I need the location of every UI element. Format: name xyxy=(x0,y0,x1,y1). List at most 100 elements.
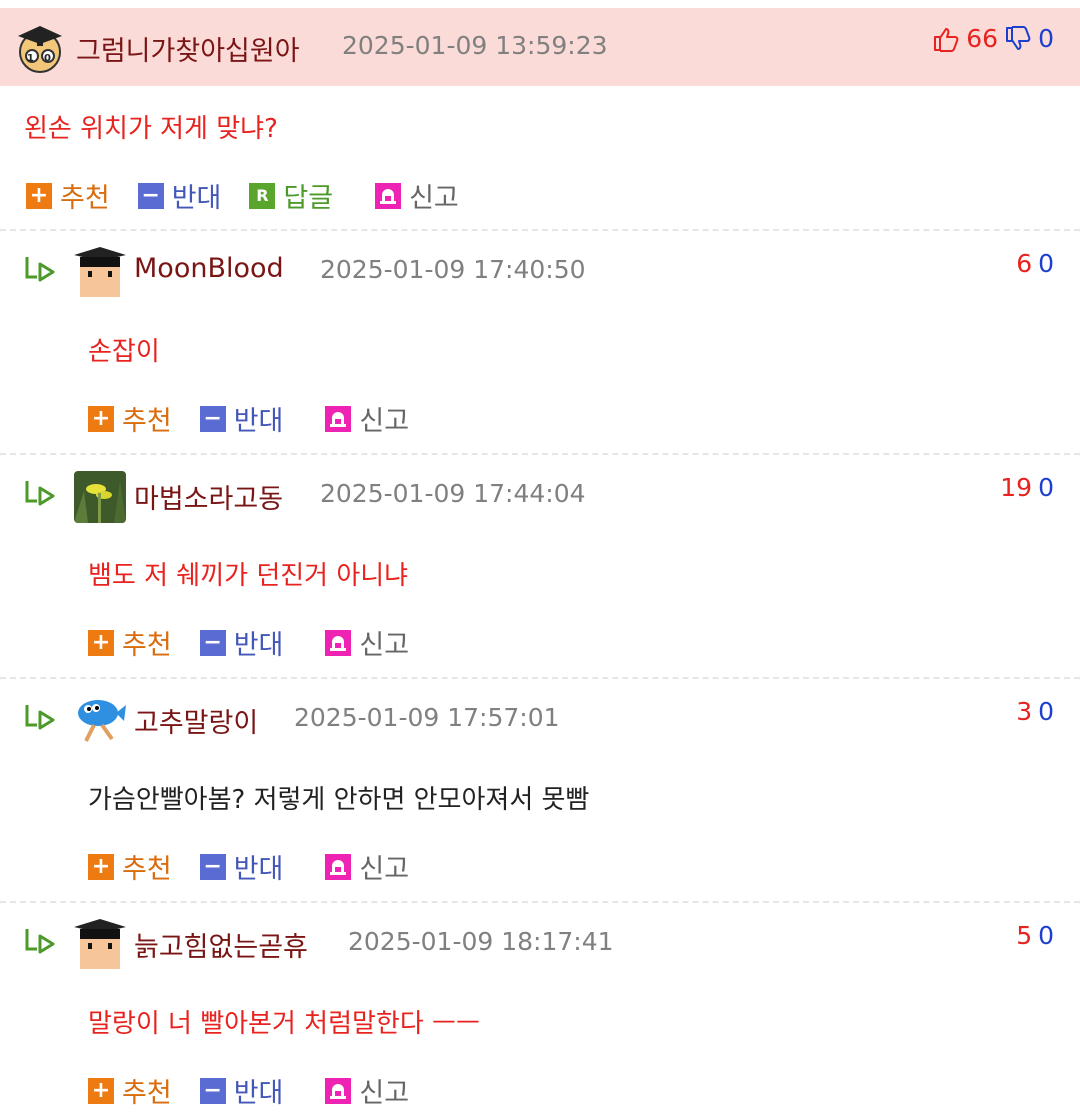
svg-text:0: 0 xyxy=(44,53,51,64)
comment-list: 1 0 그럼니가찾아십원아 2025-01-09 13:59:23 66 0 왼… xyxy=(0,0,1080,1117)
report-button[interactable]: 신고 xyxy=(325,1071,409,1110)
nickname[interactable]: 그럼니가찾아십원아 xyxy=(76,29,300,68)
oppose-button[interactable]: − 반대 xyxy=(199,847,284,886)
downvote-count: 0 xyxy=(1038,921,1054,950)
comment-actions: + 추천 − 반대 신고 xyxy=(88,847,437,886)
reply-arrow-icon xyxy=(25,481,55,506)
minus-icon: − xyxy=(199,405,226,432)
recommend-button[interactable]: + 추천 xyxy=(88,399,172,438)
recommend-label: 추천 xyxy=(122,1078,172,1109)
recommend-button[interactable]: + 추천 xyxy=(26,176,110,215)
svg-text:1: 1 xyxy=(27,53,34,64)
comment-actions: + 추천 − 반대 R 답글 신고 xyxy=(26,176,487,215)
comment-text: 말랑이 너 빨아본거 처럼말한다 ㅡㅡ xyxy=(88,1009,480,1039)
vote-counts: 19 0 xyxy=(1000,473,1054,502)
recommend-label: 추천 xyxy=(122,630,172,661)
comment-text: 손잡이 xyxy=(88,337,160,367)
minus-icon: − xyxy=(199,853,226,880)
comment-datetime: 2025-01-09 17:44:04 xyxy=(320,479,586,508)
report-button[interactable]: 신고 xyxy=(325,623,409,662)
downvote-count: 0 xyxy=(1038,24,1054,53)
reply-label: 답글 xyxy=(283,183,334,214)
oppose-label: 반대 xyxy=(171,183,222,214)
comment-actions: + 추천 − 반대 신고 xyxy=(88,1071,437,1110)
vote-counts: 3 0 xyxy=(1016,697,1054,726)
report-label: 신고 xyxy=(409,183,459,214)
oppose-button[interactable]: − 반대 xyxy=(199,1071,284,1110)
report-button[interactable]: 신고 xyxy=(325,847,409,886)
blue-fish-avatar xyxy=(74,695,126,747)
siren-icon xyxy=(375,182,402,209)
top-comment: 1 0 그럼니가찾아십원아 2025-01-09 13:59:23 66 0 왼… xyxy=(0,0,1080,229)
nickname[interactable]: 마법소라고동 xyxy=(134,477,283,516)
oppose-button[interactable]: − 반대 xyxy=(199,399,284,438)
reply-button[interactable]: R 답글 xyxy=(249,176,333,215)
oppose-button[interactable]: − 반대 xyxy=(199,623,284,662)
comment-datetime: 2025-01-09 17:57:01 xyxy=(294,703,560,732)
siren-icon xyxy=(325,1077,352,1104)
reply-arrow-icon xyxy=(25,257,55,282)
reply-arrow-icon xyxy=(25,929,55,954)
comment-text: 가슴안빨아봄? 저렇게 안하면 안모아져서 못빰 xyxy=(88,785,590,815)
recommend-button[interactable]: + 추천 xyxy=(88,623,172,662)
siren-icon xyxy=(325,405,352,432)
nickname[interactable]: MoonBlood xyxy=(134,253,284,284)
report-label: 신고 xyxy=(359,854,410,885)
reply-comment: 고추말랑이 2025-01-09 17:57:01 3 0 가슴안빨아봄? 저렇… xyxy=(0,677,1080,901)
report-button[interactable]: 신고 xyxy=(325,399,409,438)
recommend-button[interactable]: + 추천 xyxy=(88,1071,172,1110)
recommend-button[interactable]: + 추천 xyxy=(88,847,172,886)
reply-comment: MoonBlood 2025-01-09 17:40:50 6 0 손잡이 + 추… xyxy=(0,229,1080,453)
oppose-button[interactable]: − 반대 xyxy=(137,176,222,215)
reply-arrow-icon xyxy=(25,705,55,730)
downvote-count: 0 xyxy=(1038,473,1054,502)
flower-photo-avatar xyxy=(74,471,126,523)
thumbs-up-icon[interactable] xyxy=(932,25,960,53)
minus-icon: − xyxy=(137,182,164,209)
siren-icon xyxy=(325,853,352,880)
comment-text: 뱀도 저 쉐끼가 던진거 아니냐 xyxy=(88,561,409,591)
siren-icon xyxy=(325,629,352,656)
oppose-label: 반대 xyxy=(233,1078,284,1109)
oppose-label: 반대 xyxy=(233,406,284,437)
comment-datetime: 2025-01-09 18:17:41 xyxy=(348,927,614,956)
thumbs-down-icon[interactable] xyxy=(1004,25,1032,53)
report-label: 신고 xyxy=(359,406,410,437)
recommend-label: 추천 xyxy=(122,406,172,437)
minus-icon: − xyxy=(199,629,226,656)
report-button[interactable]: 신고 xyxy=(375,176,459,215)
vote-counts: 5 0 xyxy=(1016,921,1054,950)
vote-counts: 6 0 xyxy=(1016,249,1054,278)
reply-r-icon: R xyxy=(249,182,276,209)
recommend-label: 추천 xyxy=(60,183,110,214)
upvote-count: 19 xyxy=(1000,473,1033,502)
comment-datetime: 2025-01-09 13:59:23 xyxy=(342,31,608,60)
upvote-count: 3 xyxy=(1016,697,1033,726)
nickname[interactable]: 고추말랑이 xyxy=(134,701,258,740)
comment-text: 왼손 위치가 저게 맞냐? xyxy=(24,114,278,144)
reply-comment: 늙고힘없는곧휴 2025-01-09 18:17:41 5 0 말랑이 너 빨아… xyxy=(0,901,1080,1117)
oppose-label: 반대 xyxy=(233,854,284,885)
plus-icon: + xyxy=(88,1077,114,1104)
comment-datetime: 2025-01-09 17:40:50 xyxy=(320,255,586,284)
plus-icon: + xyxy=(88,853,114,880)
level-badge-avatar: 1 0 xyxy=(14,22,66,74)
comment-actions: + 추천 − 반대 신고 xyxy=(88,623,437,662)
downvote-count: 0 xyxy=(1038,697,1054,726)
upvote-count: 66 xyxy=(966,24,999,53)
report-label: 신고 xyxy=(359,1078,410,1109)
reply-comment: 마법소라고동 2025-01-09 17:44:04 19 0 뱀도 저 쉐끼가… xyxy=(0,453,1080,677)
minus-icon: − xyxy=(199,1077,226,1104)
plus-icon: + xyxy=(88,629,114,656)
student-avatar xyxy=(74,247,126,299)
comment-actions: + 추천 − 반대 신고 xyxy=(88,399,437,438)
student-avatar xyxy=(74,919,126,971)
oppose-label: 반대 xyxy=(233,630,284,661)
report-label: 신고 xyxy=(359,630,410,661)
recommend-label: 추천 xyxy=(122,854,172,885)
upvote-count: 6 xyxy=(1016,249,1033,278)
upvote-count: 5 xyxy=(1016,921,1033,950)
nickname[interactable]: 늙고힘없는곧휴 xyxy=(134,925,308,964)
plus-icon: + xyxy=(26,182,52,209)
vote-counts: 66 0 xyxy=(932,24,1054,53)
